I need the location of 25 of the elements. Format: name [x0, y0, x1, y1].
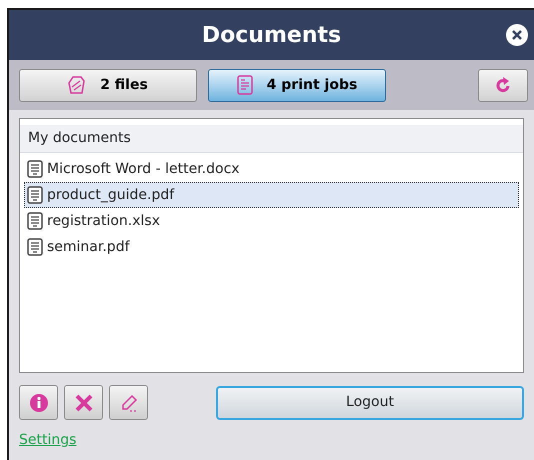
- close-icon: [74, 394, 92, 412]
- tab[interactable]: 2 files: [19, 68, 197, 102]
- document-icon: [27, 160, 43, 178]
- pencil-icon: [120, 394, 138, 412]
- document-icon: [27, 238, 43, 256]
- info-icon: [28, 392, 48, 412]
- list-header: My documents: [20, 125, 523, 153]
- refresh-button[interactable]: [478, 68, 528, 102]
- tab[interactable]: 4 print jobs: [208, 68, 386, 102]
- close-button[interactable]: [506, 24, 528, 46]
- list-item[interactable]: registration.xlsx: [24, 208, 519, 234]
- list-item[interactable]: Microsoft Word - letter.docx: [24, 156, 519, 182]
- document-icon: [236, 75, 253, 95]
- edit-button[interactable]: [109, 385, 148, 420]
- logout-button[interactable]: Logout: [216, 386, 524, 420]
- delete-button[interactable]: [64, 385, 103, 420]
- document-icon: [27, 212, 43, 230]
- eraser-icon: [68, 75, 86, 95]
- list-item[interactable]: seminar.pdf: [24, 234, 519, 260]
- refresh-icon: [494, 76, 512, 94]
- close-icon: [512, 30, 522, 40]
- document-icon: [27, 186, 43, 204]
- list-item[interactable]: product_guide.pdf: [24, 182, 519, 208]
- window-title: Documents: [202, 22, 342, 50]
- info-button[interactable]: [19, 385, 58, 420]
